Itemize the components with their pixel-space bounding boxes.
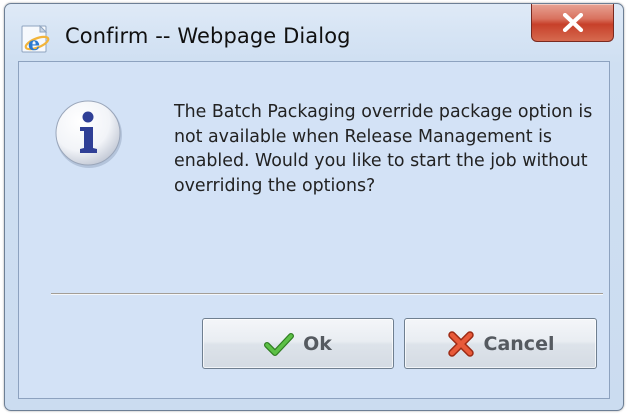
- cancel-button-label: Cancel: [483, 332, 555, 355]
- ok-button[interactable]: Ok: [202, 318, 394, 369]
- close-icon: [562, 13, 584, 32]
- divider: [51, 293, 603, 295]
- title-bar[interactable]: e Confirm -- Webpage Dialog: [5, 4, 623, 62]
- internet-explorer-icon: e: [21, 25, 50, 55]
- svg-text:e: e: [28, 33, 40, 55]
- window-title: Confirm -- Webpage Dialog: [65, 24, 351, 48]
- dialog-window: e Confirm -- Webpage Dialog The Batch Pa…: [4, 3, 624, 411]
- dialog-message: The Batch Packaging override package opt…: [174, 102, 593, 196]
- info-icon: [55, 100, 122, 168]
- x-icon: [447, 330, 474, 357]
- checkmark-icon: [264, 332, 295, 356]
- dialog-content: The Batch Packaging override package opt…: [18, 61, 610, 399]
- ok-button-label: Ok: [303, 332, 332, 355]
- cancel-button[interactable]: Cancel: [404, 318, 597, 369]
- close-button[interactable]: [531, 4, 614, 42]
